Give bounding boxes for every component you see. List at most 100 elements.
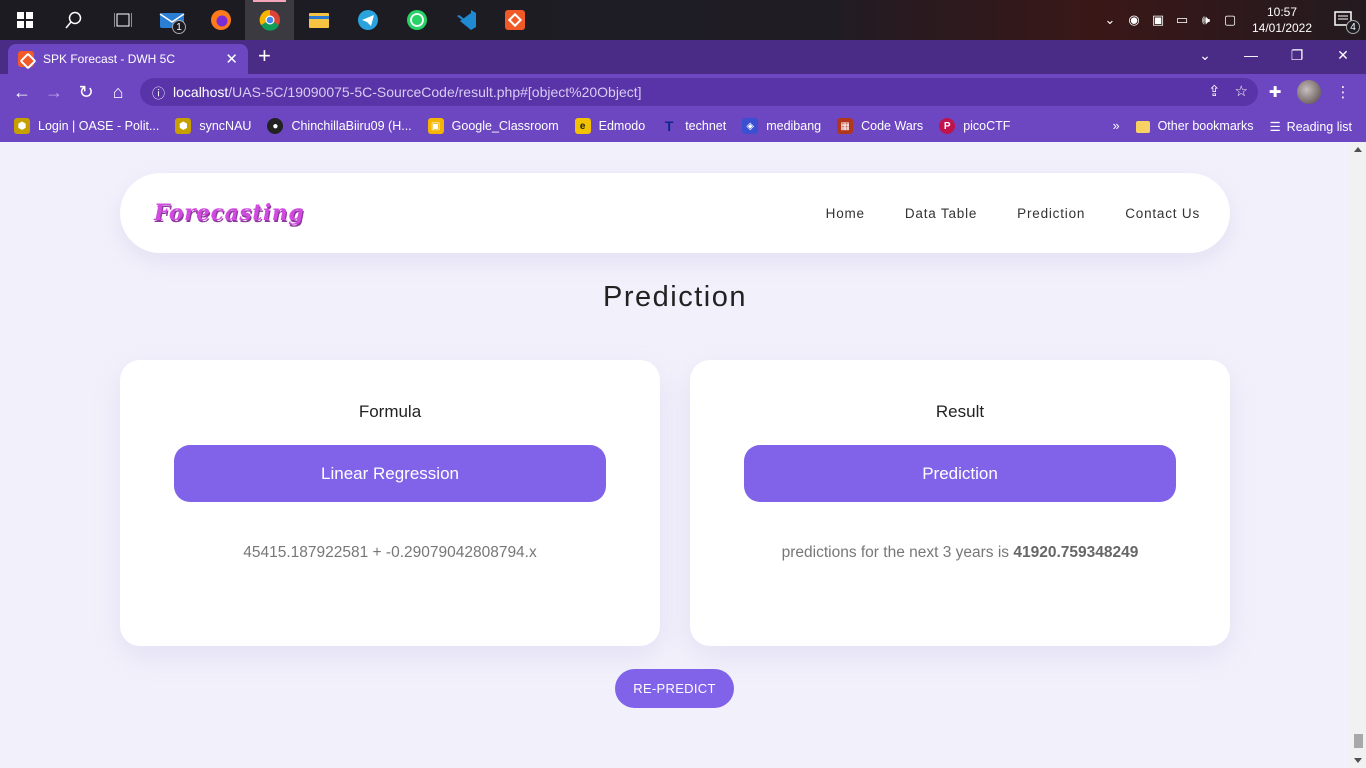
prediction-button[interactable]: Prediction bbox=[744, 445, 1176, 502]
web-page: Forecasting Home Data Table Prediction C… bbox=[0, 142, 1350, 768]
folder-icon bbox=[308, 13, 329, 28]
profile-button[interactable] bbox=[1294, 77, 1324, 107]
technet-icon: T bbox=[664, 118, 674, 134]
telegram-icon bbox=[357, 10, 378, 30]
clock-date: 14/01/2022 bbox=[1251, 21, 1313, 35]
task-view-icon bbox=[113, 13, 132, 27]
bookmark-item[interactable]: e Edmodo bbox=[574, 118, 645, 134]
chevron-up-icon[interactable]: ⌄ bbox=[1098, 0, 1122, 40]
bookmark-item[interactable]: ◈ medibang bbox=[742, 118, 821, 134]
forward-icon[interactable]: → bbox=[38, 76, 70, 108]
browser-tab[interactable]: SPK Forecast - DWH 5C ✕ bbox=[8, 44, 248, 74]
active-indicator bbox=[253, 0, 286, 2]
taskbar-whatsapp[interactable] bbox=[392, 0, 441, 40]
bookmark-item[interactable]: ⬢ Login | OASE - Polit... bbox=[14, 118, 159, 134]
linear-regression-button[interactable]: Linear Regression bbox=[174, 445, 606, 502]
bookmark-label: ChinchillaBiiru09 (H... bbox=[291, 119, 412, 133]
volume-icon[interactable]: 🕪 bbox=[1194, 0, 1218, 40]
reading-list-label: Reading list bbox=[1286, 119, 1352, 134]
site-info-icon[interactable]: ⓘ bbox=[152, 83, 165, 102]
taskbar-xampp[interactable] bbox=[490, 0, 539, 40]
restore-icon[interactable]: ❐ bbox=[1274, 40, 1320, 70]
page-title: Prediction bbox=[603, 281, 747, 313]
more-bookmarks-icon[interactable]: » bbox=[1113, 119, 1120, 133]
bookmark-item[interactable]: Ttechnet bbox=[661, 118, 726, 134]
bookmark-item[interactable]: ● ChinchillaBiiru09 (H... bbox=[267, 118, 412, 134]
scroll-thumb[interactable] bbox=[1354, 734, 1363, 748]
tab-search-icon[interactable]: ⌄ bbox=[1182, 40, 1228, 70]
nav-home[interactable]: Home bbox=[826, 206, 865, 221]
bookmark-star-icon[interactable]: ☆ bbox=[1235, 82, 1248, 100]
taskbar-firefox[interactable] bbox=[196, 0, 245, 40]
home-icon[interactable]: ⌂ bbox=[102, 76, 134, 108]
bookmark-item[interactable]: PpicoCTF bbox=[939, 118, 1010, 134]
xampp-favicon-icon bbox=[18, 51, 34, 67]
formula-card: Formula Linear Regression 45415.18792258… bbox=[120, 360, 660, 646]
window-controls: ⌄ — ❐ ✕ bbox=[1182, 40, 1366, 70]
toolbar-right: ✚ ⋮ bbox=[1260, 74, 1358, 110]
bookmark-label: technet bbox=[685, 119, 727, 133]
reading-list[interactable]: ☰ Reading list bbox=[1269, 119, 1352, 134]
mail-badge: 1 bbox=[172, 20, 186, 34]
menu-icon[interactable]: ⋮ bbox=[1328, 77, 1358, 107]
windows-icon bbox=[16, 12, 33, 28]
display-icon[interactable]: ▣ bbox=[1146, 0, 1170, 40]
bookmark-label: syncNAU bbox=[199, 119, 252, 133]
bookmarks-right: » Other bookmarks ☰ Reading list bbox=[1113, 110, 1352, 142]
omnibox-actions: ⇪ ☆ bbox=[1208, 82, 1248, 100]
clock[interactable]: 10:57 14/01/2022 bbox=[1242, 4, 1322, 36]
taskbar-telegram[interactable] bbox=[343, 0, 392, 40]
task-view-button[interactable] bbox=[98, 0, 147, 40]
github-icon: ● bbox=[267, 118, 284, 134]
camera-icon[interactable]: ◉ bbox=[1122, 0, 1146, 40]
share-icon[interactable]: ⇪ bbox=[1208, 82, 1221, 100]
bookmarks-bar: ⬢ Login | OASE - Polit... ⬢ syncNAU ● Chinc… bbox=[0, 110, 1366, 142]
battery-icon[interactable]: ▭ bbox=[1170, 0, 1194, 40]
bookmark-item[interactable]: ▣ Google_Classroom bbox=[427, 118, 559, 134]
bookmark-item[interactable]: ▦ Code Wars bbox=[837, 118, 923, 134]
google-classroom-icon: ▣ bbox=[427, 118, 444, 134]
network-icon[interactable]: ▢ bbox=[1218, 0, 1242, 40]
page-scrollbar[interactable] bbox=[1350, 142, 1366, 768]
vscode-icon bbox=[456, 10, 476, 30]
result-card-title: Result bbox=[935, 402, 985, 421]
reading-list-icon: ☰ bbox=[1269, 119, 1281, 134]
close-tab-icon[interactable]: ✕ bbox=[225, 50, 238, 68]
back-icon[interactable]: ← bbox=[6, 76, 38, 108]
result-prefix: predictions for the next 3 years is bbox=[781, 544, 1014, 561]
avatar bbox=[1297, 80, 1321, 104]
nav-data-table[interactable]: Data Table bbox=[905, 206, 977, 221]
other-bookmarks[interactable]: Other bookmarks bbox=[1135, 119, 1253, 133]
close-window-icon[interactable]: ✕ bbox=[1320, 40, 1366, 70]
taskbar-chrome[interactable] bbox=[245, 0, 294, 40]
codewars-icon: ▦ bbox=[837, 118, 854, 134]
result-text: predictions for the next 3 years is 4192… bbox=[690, 544, 1230, 562]
new-tab-button[interactable]: + bbox=[258, 45, 271, 67]
minimize-icon[interactable]: — bbox=[1228, 40, 1274, 70]
nav-contact-us[interactable]: Contact Us bbox=[1125, 206, 1200, 221]
notification-center-button[interactable]: 4 bbox=[1322, 0, 1366, 40]
taskbar-explorer[interactable] bbox=[294, 0, 343, 40]
formula-card-title: Formula bbox=[358, 402, 422, 421]
search-button[interactable] bbox=[49, 0, 98, 40]
taskbar-vscode[interactable] bbox=[441, 0, 490, 40]
taskbar-mail[interactable]: 1 bbox=[147, 0, 196, 40]
edmodo-icon: e bbox=[574, 118, 591, 134]
picoctf-icon: P bbox=[939, 118, 956, 134]
bookmark-item[interactable]: ⬢ syncNAU bbox=[175, 118, 251, 134]
result-card: Result Prediction predictions for the ne… bbox=[690, 360, 1230, 646]
scroll-down-icon[interactable] bbox=[1354, 758, 1362, 763]
site-logo[interactable]: Forecasting bbox=[154, 200, 304, 226]
scroll-up-icon[interactable] bbox=[1354, 147, 1362, 152]
url-host: localhost bbox=[173, 84, 229, 100]
firefox-icon bbox=[210, 10, 231, 30]
folder-icon bbox=[1135, 120, 1150, 133]
address-bar[interactable]: ⓘ localhost/UAS-5C/19090075-5C-SourceCod… bbox=[140, 78, 1258, 106]
reload-icon[interactable]: ↻ bbox=[70, 76, 102, 108]
result-value: 41920.759348249 bbox=[1013, 544, 1139, 561]
nav-prediction[interactable]: Prediction bbox=[1017, 206, 1085, 221]
start-button[interactable] bbox=[0, 0, 49, 40]
chrome-icon bbox=[259, 9, 280, 31]
extensions-icon[interactable]: ✚ bbox=[1260, 77, 1290, 107]
re-predict-button[interactable]: RE-PREDICT bbox=[615, 669, 734, 708]
